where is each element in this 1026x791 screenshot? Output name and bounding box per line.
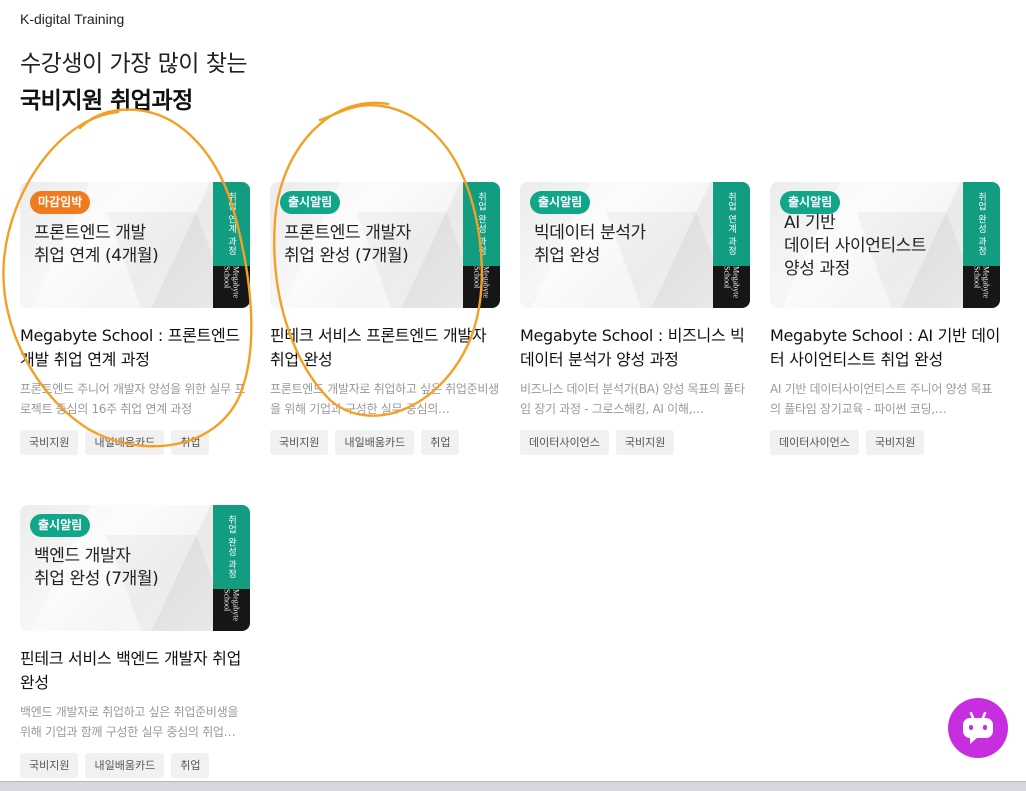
course-type-label: 취업 연계 과정 — [713, 182, 750, 266]
tag-list: 데이터사이언스 국비지원 — [520, 430, 750, 455]
course-thumbnail[interactable]: 출시알림 AI 기반 데이터 사이언티스트 양성 과정 취업 완성 과정 Meg… — [770, 182, 1000, 308]
course-title[interactable]: 핀테크 서비스 백엔드 개발자 취업 완성 — [20, 647, 252, 695]
status-badge: 마감임박 — [30, 191, 91, 214]
course-description: AI 기반 데이터사이언티스트 주니어 양성 목표의 풀타임 장기교육 - 파이… — [770, 382, 993, 416]
tag: 국비지원 — [615, 430, 675, 455]
course-type-label: 취업 연계 과정 — [213, 182, 250, 266]
tag-list: 국비지원 내일배움카드 취업 — [20, 753, 250, 778]
brand-label: K-digital Training — [20, 11, 125, 27]
course-card[interactable]: 출시알림 빅데이터 분석가 취업 완성 취업 연계 과정 Megabyte Sc… — [520, 182, 750, 455]
school-logo: Megabyte School — [463, 266, 500, 308]
course-thumbnail[interactable]: 마감임박 프론트엔드 개발 취업 연계 (4개월) 취업 연계 과정 Megab… — [20, 182, 250, 308]
status-badge: 출시알림 — [280, 191, 341, 214]
robot-chat-icon — [963, 711, 993, 744]
course-title[interactable]: 핀테크 서비스 프론트엔드 개발자 취업 완성 — [270, 324, 502, 372]
tag: 데이터사이언스 — [770, 430, 859, 455]
status-badge: 출시알림 — [30, 514, 91, 537]
thumbnail-title: 빅데이터 분석가 취업 완성 — [534, 223, 646, 266]
course-description: 비즈니스 데이터 분석가(BA) 양성 목표의 풀타임 장기 과정 - 그로스해… — [520, 382, 745, 416]
tag: 데이터사이언스 — [520, 430, 609, 455]
thumbnail-title: AI 기반 데이터 사이언티스트 양성 과정 — [784, 213, 927, 279]
tag-list: 데이터사이언스 국비지원 — [770, 430, 1000, 455]
course-description: 백엔드 개발자로 취업하고 싶은 취업준비생을 위해 기업과 함께 구성한 실무… — [20, 705, 239, 739]
chatbot-button[interactable] — [948, 698, 1008, 758]
school-logo: Megabyte School — [213, 589, 250, 631]
school-logo: Megabyte School — [963, 266, 1000, 308]
thumbnail-title: 백엔드 개발자 취업 완성 (7개월) — [34, 546, 159, 589]
tag: 국비지원 — [20, 430, 79, 455]
thumbnail-title: 프론트엔드 개발 취업 연계 (4개월) — [34, 223, 159, 266]
course-title[interactable]: Megabyte School : 프론트엔드 개발 취업 연계 과정 — [20, 324, 252, 372]
tag: 취업 — [171, 430, 210, 455]
tag: 국비지원 — [270, 430, 329, 455]
tag: 취업 — [421, 430, 460, 455]
school-logo: Megabyte School — [213, 266, 250, 308]
status-badge: 출시알림 — [530, 191, 591, 214]
course-type-label: 취업 완성 과정 — [963, 182, 1000, 266]
tag-list: 국비지원 내일배움카드 취업 — [20, 430, 250, 455]
section-subtitle: 수강생이 가장 많이 찾는 — [20, 51, 248, 77]
course-thumbnail[interactable]: 출시알림 프론트엔드 개발자 취업 완성 (7개월) 취업 완성 과정 Mega… — [270, 182, 500, 308]
tag: 국비지원 — [20, 753, 79, 778]
section-title: 국비지원 취업과정 — [20, 88, 193, 114]
tag: 취업 — [171, 753, 210, 778]
course-type-label: 취업 완성 과정 — [213, 505, 250, 589]
tag: 내일배움카드 — [335, 430, 415, 455]
tag: 내일배움카드 — [85, 430, 165, 455]
course-card[interactable]: 출시알림 AI 기반 데이터 사이언티스트 양성 과정 취업 완성 과정 Meg… — [770, 182, 1000, 455]
course-title[interactable]: Megabyte School : AI 기반 데이터 사이언티스트 취업 완성 — [770, 324, 1002, 372]
window-bottom-edge — [0, 781, 1026, 791]
status-badge: 출시알림 — [780, 191, 841, 214]
course-card[interactable]: 출시알림 백엔드 개발자 취업 완성 (7개월) 취업 완성 과정 Megaby… — [20, 505, 250, 778]
course-thumbnail[interactable]: 출시알림 백엔드 개발자 취업 완성 (7개월) 취업 완성 과정 Megaby… — [20, 505, 250, 631]
course-card[interactable]: 마감임박 프론트엔드 개발 취업 연계 (4개월) 취업 연계 과정 Megab… — [20, 182, 250, 455]
school-logo: Megabyte School — [713, 266, 750, 308]
course-title[interactable]: Megabyte School : 비즈니스 빅데이터 분석가 양성 과정 — [520, 324, 752, 372]
course-description: 프론트엔드 개발자로 취업하고 싶은 취업준비생을 위해 기업과 구성한 실무 … — [270, 382, 499, 416]
tag: 국비지원 — [865, 430, 925, 455]
course-description: 프론트엔드 주니어 개발자 양성을 위한 실무 프로젝트 중심의 16주 취업 … — [20, 382, 246, 416]
thumbnail-title: 프론트엔드 개발자 취업 완성 (7개월) — [284, 223, 411, 266]
course-card[interactable]: 출시알림 프론트엔드 개발자 취업 완성 (7개월) 취업 완성 과정 Mega… — [270, 182, 500, 455]
tag-list: 국비지원 내일배움카드 취업 — [270, 430, 500, 455]
course-thumbnail[interactable]: 출시알림 빅데이터 분석가 취업 완성 취업 연계 과정 Megabyte Sc… — [520, 182, 750, 308]
course-type-label: 취업 완성 과정 — [463, 182, 500, 266]
tag: 내일배움카드 — [85, 753, 165, 778]
